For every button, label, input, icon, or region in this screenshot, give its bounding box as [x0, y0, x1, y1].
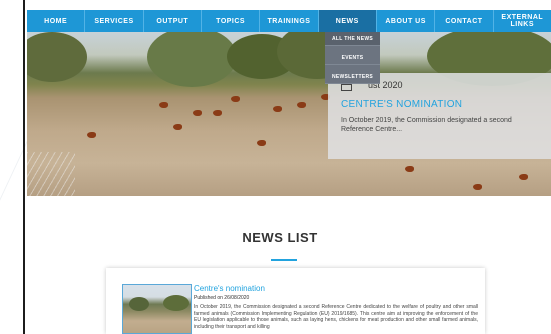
nav-topics[interactable]: Topics — [202, 10, 261, 32]
nav-home[interactable]: Home — [27, 10, 86, 32]
article-excerpt: In October 2019, the Commission designat… — [194, 304, 478, 330]
nav-services[interactable]: Services — [85, 10, 144, 32]
hen-shape — [405, 166, 414, 172]
tree-shape — [163, 295, 189, 311]
nav-news[interactable]: News — [318, 10, 377, 32]
main-navigation: Home Services Output Topics Trainings Ne… — [27, 10, 551, 32]
hero-card-text: In October 2019, the Commission designat… — [341, 117, 512, 133]
hen-shape — [193, 110, 202, 116]
hen-shape — [87, 132, 96, 138]
article-published-date: Published on 26/08/2020 — [194, 295, 250, 301]
tree-shape — [129, 297, 149, 311]
hero-news-card[interactable]: ust 2020 CENTRE'S NOMINATION In October … — [328, 73, 551, 159]
hen-shape — [159, 102, 168, 108]
hen-shape — [173, 124, 182, 130]
article-thumbnail[interactable] — [122, 284, 192, 334]
nav-trainings[interactable]: Trainings — [260, 10, 319, 32]
window-border — [23, 0, 25, 334]
hen-shape — [273, 106, 282, 112]
news-list-heading: NEWS LIST — [242, 230, 318, 245]
nav-contact[interactable]: Contact — [435, 10, 494, 32]
hen-shape — [213, 110, 222, 116]
hero-card-title[interactable]: CENTRE'S NOMINATION — [341, 99, 462, 110]
article-title[interactable]: Centre's nomination — [194, 284, 265, 293]
hen-shape — [257, 140, 266, 146]
nav-about-us[interactable]: About us — [377, 10, 436, 32]
dropdown-item-newsletters[interactable]: Newsletters — [325, 70, 380, 84]
news-article-card[interactable]: Centre's nomination Published on 26/08/2… — [106, 268, 485, 334]
hen-shape — [519, 174, 528, 180]
dropdown-item-all-news[interactable]: All the News — [325, 32, 380, 46]
nav-output[interactable]: Output — [144, 10, 202, 32]
nav-external-links[interactable]: External links — [494, 10, 551, 32]
hen-shape — [231, 96, 240, 102]
heading-divider — [271, 259, 297, 261]
tree-shape — [27, 32, 87, 82]
dropdown-item-events[interactable]: Events — [325, 51, 380, 65]
fence-shape — [27, 152, 75, 196]
hen-shape — [297, 102, 306, 108]
tree-shape — [147, 32, 237, 87]
news-dropdown-menu: All the News Events Newsletters — [325, 32, 380, 84]
hen-shape — [473, 184, 482, 190]
